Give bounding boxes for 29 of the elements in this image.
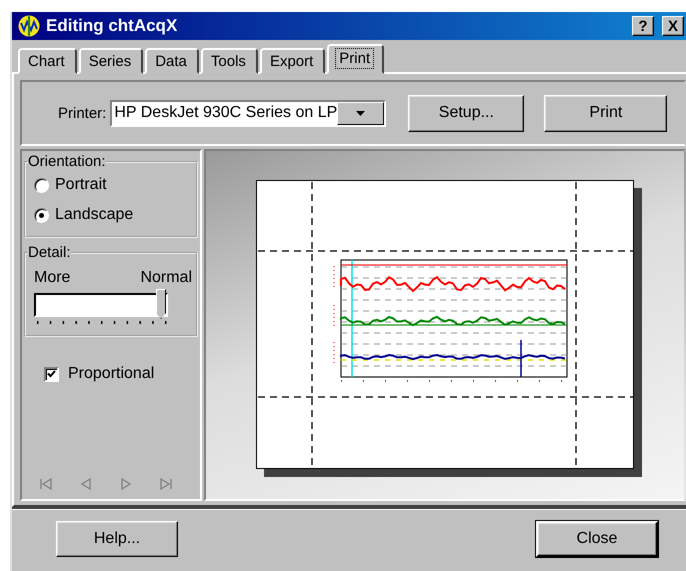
radio-label: Landscape	[55, 206, 134, 224]
help-button[interactable]: Help...	[56, 521, 178, 557]
window-close-button[interactable]: X	[662, 16, 684, 36]
close-dialog-button[interactable]: Close	[536, 521, 658, 557]
radio-button[interactable]	[34, 208, 49, 222]
tab[interactable]: Series	[78, 48, 144, 74]
slider-thumb[interactable]	[156, 289, 166, 319]
tab[interactable]: Export	[260, 48, 326, 74]
tab[interactable]: Chart	[18, 48, 77, 74]
help-button[interactable]: ?	[632, 16, 654, 36]
setup-button[interactable]: Setup...	[408, 94, 524, 132]
tab[interactable]: Print	[327, 44, 384, 74]
window-title: Editing chtAcqX	[46, 16, 178, 36]
printer-label: Printer:	[58, 104, 106, 122]
radio-label: Portrait	[55, 176, 107, 194]
checkbox[interactable]	[44, 366, 59, 382]
printer-dropdown[interactable]: HP DeskJet 930C Series on LP	[110, 100, 386, 126]
slider-label: More	[34, 269, 70, 287]
group-label: Detail:	[28, 244, 71, 261]
checkbox-label: Proportional	[68, 365, 154, 383]
app-icon	[18, 15, 40, 37]
check-icon	[47, 370, 56, 378]
caret-icon	[356, 110, 366, 116]
radio-button[interactable]	[34, 178, 49, 192]
tab[interactable]: Tools	[200, 48, 258, 74]
print-button[interactable]: Print	[544, 94, 668, 132]
group-label: Orientation:	[28, 153, 106, 170]
slider-label: Normal	[140, 269, 192, 287]
tab[interactable]: Data	[145, 48, 199, 74]
